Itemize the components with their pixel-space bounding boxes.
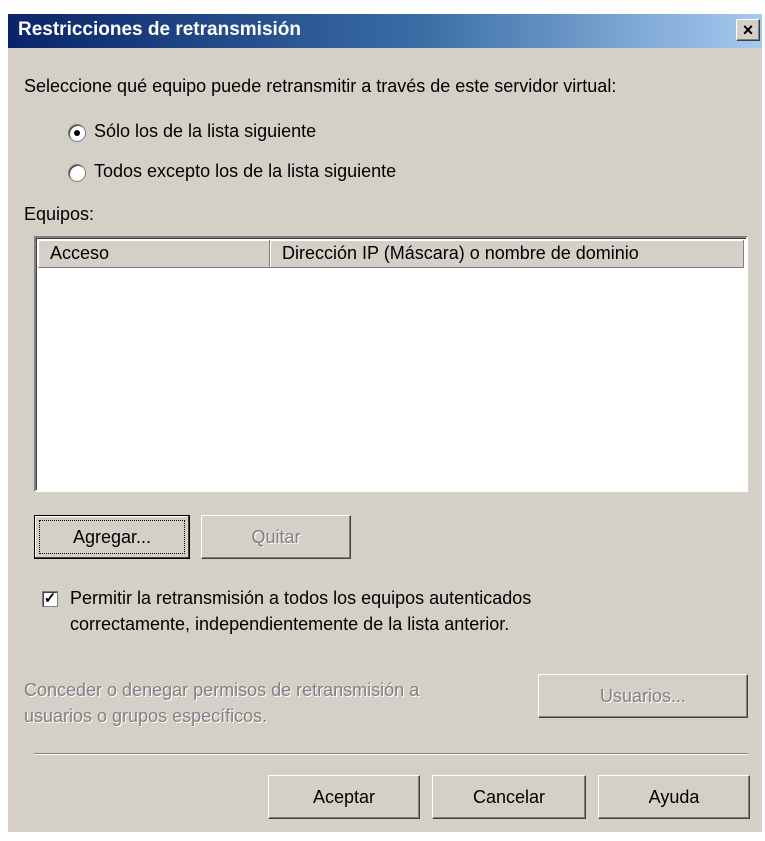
radio-all-except[interactable]	[68, 164, 86, 182]
add-button[interactable]: Agregar...	[34, 515, 190, 559]
radio-only-list[interactable]	[68, 124, 86, 142]
help-button[interactable]: Ayuda	[598, 775, 750, 819]
intro-text: Seleccione qué equipo puede retransmitir…	[24, 76, 617, 96]
title-bar[interactable]: Restricciones de retransmisión ×	[8, 14, 762, 48]
cancel-button[interactable]: Cancelar	[432, 775, 586, 819]
dialog-title: Restricciones de retransmisión	[18, 19, 301, 40]
checkbox-label-line1[interactable]: Permitir la retransmisión a todos los eq…	[70, 588, 531, 609]
grant-text-line1: Conceder o denegar permisos de retransmi…	[24, 680, 420, 700]
equipment-label: Equipos:	[24, 204, 95, 224]
radio-label-only-list[interactable]: Sólo los de la lista siguiente	[94, 121, 316, 142]
ok-button[interactable]: Aceptar	[268, 775, 420, 819]
separator	[34, 753, 748, 755]
radio-label-all-except[interactable]: Todos excepto los de la lista siguiente	[94, 161, 396, 182]
remove-button[interactable]: Quitar	[201, 515, 351, 559]
radio-selected-dot	[74, 130, 80, 136]
close-icon[interactable]: ×	[736, 19, 760, 41]
relay-restrictions-dialog: Restricciones de retransmisión × Selecci…	[8, 14, 762, 832]
column-header-ip-domain[interactable]: Dirección IP (Máscara) o nombre de domin…	[270, 240, 744, 268]
grant-text-line2: usuarios o grupos específicos.	[24, 706, 268, 726]
allow-authenticated-checkbox[interactable]: ✓	[42, 591, 58, 607]
equipment-list[interactable]: Acceso Dirección IP (Máscara) o nombre d…	[34, 236, 748, 492]
column-header-access[interactable]: Acceso	[38, 240, 270, 268]
users-button[interactable]: Usuarios...	[538, 674, 748, 718]
checkbox-label-line2[interactable]: correctamente, independientemente de la …	[70, 614, 509, 635]
